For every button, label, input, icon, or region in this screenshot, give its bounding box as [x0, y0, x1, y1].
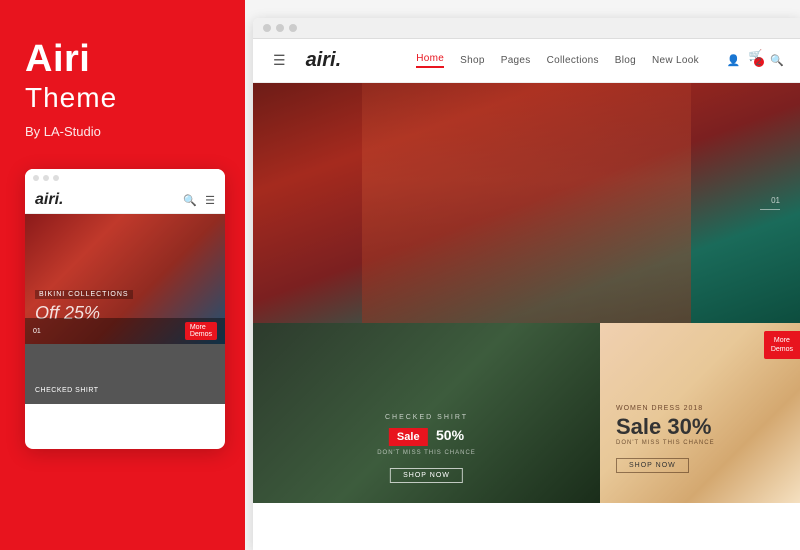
- nav-home[interactable]: Home: [416, 53, 444, 68]
- desktop-bottom-section: CHECKED SHIRT Sale 50% DON'T MISS THIS C…: [253, 323, 800, 503]
- sale-badge: Sale: [389, 428, 428, 446]
- mobile-search-icon: 🔍: [183, 194, 197, 207]
- desktop-header-icons: 👤 🛒2 🔍: [727, 49, 784, 72]
- left-panel: Airi Theme By LA-Studio airi. 🔍 ☰ BIKINI…: [0, 0, 245, 550]
- dont-miss-right: DON'T MISS THIS CHANCE: [616, 440, 715, 446]
- mobile-header: airi. 🔍 ☰: [25, 187, 225, 214]
- chrome-dot-2: [276, 24, 284, 32]
- mobile-dot-2: [43, 175, 49, 181]
- user-icon[interactable]: 👤: [727, 54, 741, 67]
- bottom-left-product: CHECKED SHIRT Sale 50% DON'T MISS THIS C…: [253, 323, 600, 503]
- nav-pages[interactable]: Pages: [501, 55, 531, 66]
- hero-person-image: [362, 83, 690, 323]
- checked-shirt-label: CHECKED SHIRT: [270, 414, 582, 421]
- brand-title: Airi: [25, 40, 220, 78]
- desktop-site-header: ☰ airi. Home Shop Pages Collections Blog…: [253, 39, 800, 83]
- desktop-preview: ☰ airi. Home Shop Pages Collections Blog…: [253, 18, 800, 550]
- mobile-logo: airi.: [35, 191, 63, 209]
- mobile-bottom-section: CHECKED SHIRT: [25, 344, 225, 404]
- mobile-more-demos[interactable]: MoreDemos: [185, 322, 217, 340]
- shop-now-button[interactable]: Shop Now: [390, 468, 463, 483]
- dont-miss-text: DON'T MISS THIS CHANCE: [270, 450, 582, 456]
- cart-badge: 2: [754, 57, 764, 67]
- sale-percent: 50%: [436, 427, 464, 443]
- mobile-page-num: 01: [33, 328, 41, 335]
- mobile-hero: BIKINI COLLECTIONS Off 25% 01 MoreDemos: [25, 214, 225, 344]
- bottom-left-content: CHECKED SHIRT Sale 50% DON'T MISS THIS C…: [270, 414, 582, 483]
- mobile-browser-dots: [25, 169, 225, 187]
- desktop-logo: airi.: [306, 49, 342, 72]
- mobile-menu-icon: ☰: [205, 194, 215, 207]
- hamburger-icon[interactable]: ☰: [273, 52, 286, 69]
- mobile-collection-tag: BIKINI COLLECTIONS: [35, 290, 133, 299]
- search-icon[interactable]: 🔍: [770, 54, 784, 67]
- desktop-nav: Home Shop Pages Collections Blog New Loo…: [416, 53, 699, 68]
- nav-blog[interactable]: Blog: [615, 55, 636, 66]
- bottom-right-product: MoreDemos Women Dress 2018 Sale 30% DON'…: [600, 323, 800, 503]
- hero-pagination: 01: [760, 196, 780, 210]
- desktop-browser-chrome: [253, 18, 800, 39]
- theme-label: Theme: [25, 82, 220, 114]
- nav-shop[interactable]: Shop: [460, 55, 485, 66]
- women-dress-label: Women Dress 2018: [616, 405, 715, 412]
- sale-big-text: Sale 30%: [616, 416, 715, 438]
- hero-pagination-line: [760, 209, 780, 210]
- mobile-footer-bar: 01 MoreDemos: [25, 318, 225, 344]
- more-demos-button[interactable]: MoreDemos: [764, 331, 800, 359]
- by-studio: By LA-Studio: [25, 124, 220, 139]
- mobile-preview-card: airi. 🔍 ☰ BIKINI COLLECTIONS Off 25% 01 …: [25, 169, 225, 449]
- bottom-right-content: Women Dress 2018 Sale 30% DON'T MISS THI…: [616, 405, 715, 473]
- nav-new-look[interactable]: New Look: [652, 55, 699, 66]
- chrome-dot-3: [289, 24, 297, 32]
- nav-collections[interactable]: Collections: [547, 55, 599, 66]
- desktop-hero: 01: [253, 83, 800, 323]
- shop-now-right-button[interactable]: Shop Now: [616, 458, 689, 473]
- chrome-dot-1: [263, 24, 271, 32]
- mobile-nav-icons: 🔍 ☰: [183, 194, 215, 207]
- mobile-dot-3: [53, 175, 59, 181]
- mobile-bottom-tag: CHECKED SHIRT: [35, 387, 99, 394]
- cart-icon[interactable]: 🛒2: [749, 49, 763, 72]
- right-panel: ☰ airi. Home Shop Pages Collections Blog…: [245, 0, 800, 550]
- mobile-dot-1: [33, 175, 39, 181]
- hero-page-num: 01: [771, 196, 780, 205]
- sale-line: Sale 50%: [270, 427, 582, 450]
